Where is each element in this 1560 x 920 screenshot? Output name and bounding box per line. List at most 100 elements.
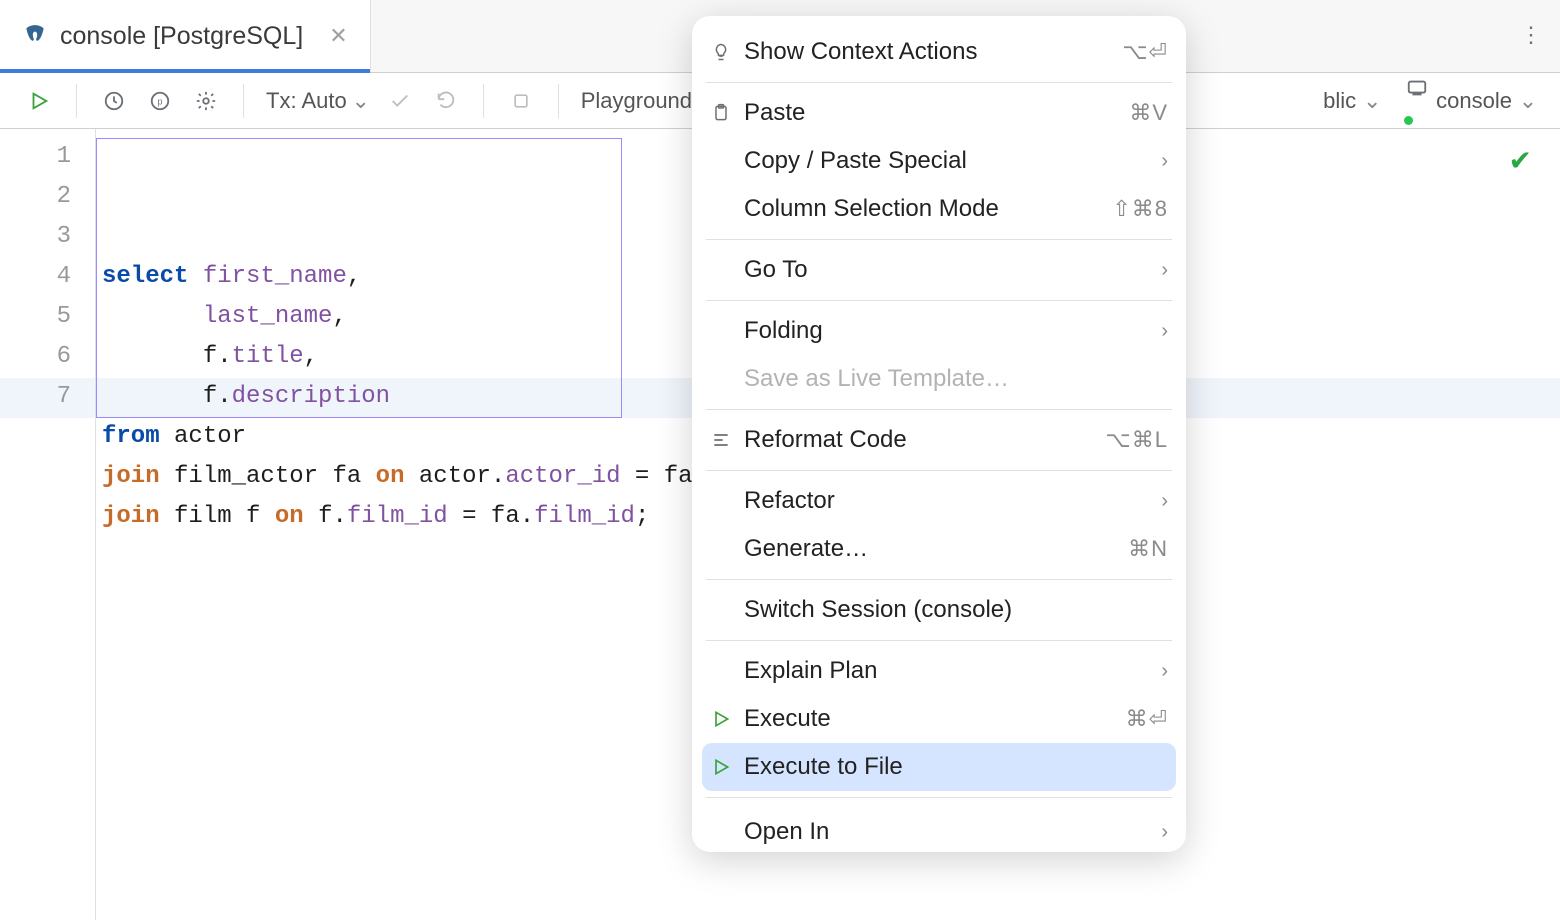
close-tab-icon[interactable]: ✕ <box>329 25 347 47</box>
menu-separator <box>706 470 1172 471</box>
sql-keyword: join <box>102 503 160 530</box>
sql-alias: f <box>203 383 217 410</box>
line-number: 7 <box>0 377 71 417</box>
sql-alias: fa <box>664 463 693 490</box>
rollback-icon[interactable] <box>431 86 461 116</box>
menu-copy-paste-special[interactable]: Copy / Paste Special › <box>692 137 1186 185</box>
line-number: 6 <box>0 337 71 377</box>
sql-table: film <box>174 503 232 530</box>
run-icon[interactable] <box>24 86 54 116</box>
sql-keyword: join <box>102 463 160 490</box>
menu-shortcut: ⌥⌘L <box>1105 427 1168 453</box>
menu-folding[interactable]: Folding › <box>692 307 1186 355</box>
chevron-right-icon: › <box>1161 150 1168 173</box>
menu-label: Save as Live Template… <box>744 365 1168 393</box>
chevron-right-icon: › <box>1161 821 1168 844</box>
playground-label: Playground <box>581 88 692 114</box>
sql-keyword: on <box>275 503 304 530</box>
menu-separator <box>706 579 1172 580</box>
sql-alias: f <box>246 503 260 530</box>
sql-op: = <box>448 503 491 530</box>
sql-column: title <box>232 343 304 370</box>
line-number: 2 <box>0 177 71 217</box>
sql-column: actor_id <box>505 463 620 490</box>
menu-separator <box>706 640 1172 641</box>
menu-column-selection-mode[interactable]: Column Selection Mode ⇧⌘8 <box>692 185 1186 233</box>
menu-explain-plan[interactable]: Explain Plan › <box>692 647 1186 695</box>
sql-table: actor <box>174 423 246 450</box>
schema-selector[interactable]: blic ⌄ <box>1323 88 1380 114</box>
settings-icon[interactable] <box>191 86 221 116</box>
session-selector[interactable]: console ⌄ <box>1406 77 1536 125</box>
reformat-icon <box>706 430 736 450</box>
menu-separator <box>706 82 1172 83</box>
commit-icon[interactable] <box>385 86 415 116</box>
line-number: 1 <box>0 137 71 177</box>
tx-label: Tx: Auto <box>266 88 347 114</box>
menu-separator <box>706 239 1172 240</box>
chevron-down-icon: ⌄ <box>353 93 369 109</box>
separator <box>483 84 484 118</box>
line-number-gutter: 1 2 3 4 5 6 7 <box>0 129 96 920</box>
chevron-down-icon: ⌄ <box>1520 93 1536 109</box>
clipboard-icon <box>706 103 736 123</box>
menu-label: Open In <box>744 818 1161 846</box>
menu-label: Execute <box>744 705 1126 733</box>
sql-keyword: on <box>376 463 405 490</box>
menu-execute[interactable]: Execute ⌘⏎ <box>692 695 1186 743</box>
chevron-right-icon: › <box>1161 320 1168 343</box>
menu-shortcut: ⌘⏎ <box>1126 706 1168 732</box>
menu-label: Refactor <box>744 487 1161 515</box>
sql-alias: fa <box>491 503 520 530</box>
line-number: 3 <box>0 217 71 257</box>
separator <box>76 84 77 118</box>
parameters-icon[interactable]: p <box>145 86 175 116</box>
menu-execute-to-file[interactable]: Execute to File <box>702 743 1176 791</box>
editor-tab[interactable]: console [PostgreSQL] ✕ <box>0 0 371 72</box>
tabbar-more-icon[interactable]: ⋮ <box>1514 18 1548 52</box>
sql-column: last_name <box>203 303 333 330</box>
menu-save-live-template: Save as Live Template… <box>692 355 1186 403</box>
postgres-icon <box>22 23 48 49</box>
menu-generate[interactable]: Generate… ⌘N <box>692 525 1186 573</box>
menu-go-to[interactable]: Go To › <box>692 246 1186 294</box>
menu-label: Copy / Paste Special <box>744 147 1161 175</box>
menu-label: Reformat Code <box>744 426 1105 454</box>
menu-shortcut: ⌘V <box>1129 100 1168 126</box>
chevron-right-icon: › <box>1161 660 1168 683</box>
sql-column: first_name <box>203 263 347 290</box>
console-label: console <box>1436 88 1512 114</box>
menu-label: Explain Plan <box>744 657 1161 685</box>
menu-label: Execute to File <box>744 753 1158 781</box>
menu-label: Column Selection Mode <box>744 195 1112 223</box>
tab-title: console [PostgreSQL] <box>60 22 303 51</box>
menu-label: Generate… <box>744 535 1128 563</box>
menu-show-context-actions[interactable]: Show Context Actions ⌥⏎ <box>692 28 1186 76</box>
sql-alias: f <box>203 343 217 370</box>
menu-label: Folding <box>744 317 1161 345</box>
menu-shortcut: ⌘N <box>1128 536 1168 562</box>
schema-label: blic <box>1323 88 1356 114</box>
menu-paste[interactable]: Paste ⌘V <box>692 89 1186 137</box>
sql-table: film_actor <box>174 463 318 490</box>
sql-table: actor <box>419 463 491 490</box>
sql-alias: f <box>318 503 332 530</box>
history-icon[interactable] <box>99 86 129 116</box>
menu-open-in[interactable]: Open In › <box>692 804 1186 852</box>
menu-label: Switch Session (console) <box>744 596 1168 624</box>
menu-separator <box>706 300 1172 301</box>
stop-icon[interactable] <box>506 86 536 116</box>
sql-column: film_id <box>347 503 448 530</box>
play-icon <box>706 709 736 729</box>
menu-label: Paste <box>744 99 1129 127</box>
menu-reformat-code[interactable]: Reformat Code ⌥⌘L <box>692 416 1186 464</box>
menu-refactor[interactable]: Refactor › <box>692 477 1186 525</box>
sql-op: = <box>621 463 664 490</box>
sql-keyword: from <box>102 423 160 450</box>
play-icon <box>706 757 736 777</box>
sql-keyword: select <box>102 263 188 290</box>
menu-label: Go To <box>744 256 1161 284</box>
tx-mode-selector[interactable]: Tx: Auto ⌄ <box>266 88 369 114</box>
inspection-ok-icon[interactable]: ✔ <box>1509 144 1532 177</box>
menu-switch-session[interactable]: Switch Session (console) <box>692 586 1186 634</box>
